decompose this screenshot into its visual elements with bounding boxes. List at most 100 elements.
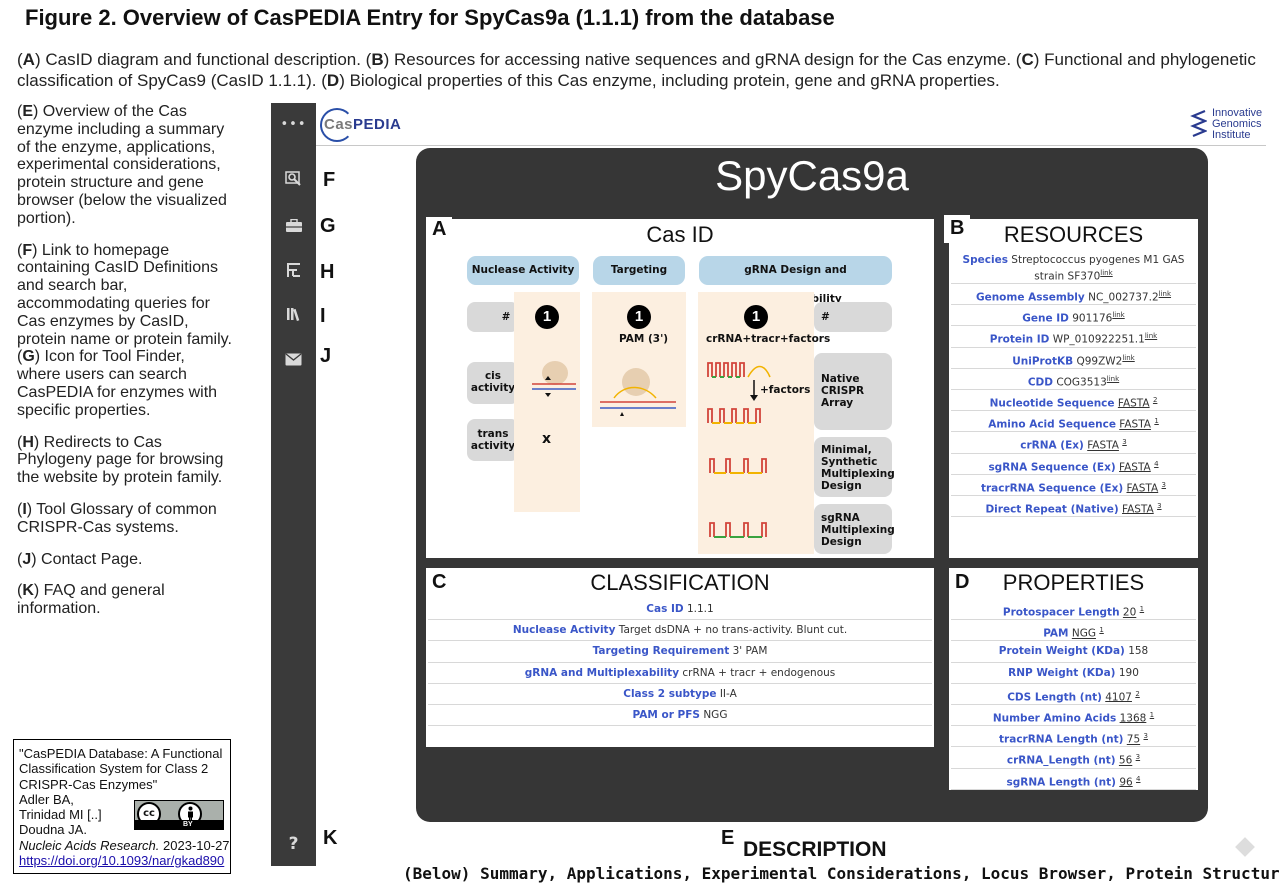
chat-icon[interactable]	[1235, 837, 1255, 857]
classification-key[interactable]: PAM or PFS	[633, 709, 700, 721]
external-link[interactable]: link	[1100, 269, 1112, 277]
resource-row: crRNA (Ex) FASTA 3	[951, 432, 1196, 454]
property-value: 190	[1118, 666, 1139, 679]
doi-link[interactable]: https://doi.org/10.1093/nar/gkad890	[19, 853, 224, 868]
callout-g: G	[320, 215, 336, 237]
resource-key[interactable]: crRNA (Ex)	[1020, 440, 1084, 452]
citation-title-line: Classification System for Class 2	[19, 761, 209, 777]
resource-key[interactable]: Protein ID	[990, 334, 1050, 346]
reference-footnote[interactable]: 1	[1099, 626, 1103, 634]
classification-value: 3' PAM	[732, 645, 768, 658]
fasta-link[interactable]: 1368	[1120, 712, 1147, 724]
fasta-link[interactable]: FASTA	[1126, 482, 1158, 494]
external-link[interactable]: link	[1145, 332, 1157, 340]
resource-value: NC_002737.2	[1088, 291, 1159, 304]
reference-footnote[interactable]: 4	[1136, 775, 1140, 783]
classification-table: Cas ID 1.1.1 Nuclease Activity Target dsD…	[428, 599, 932, 727]
grna-count-badge: 1	[744, 305, 768, 329]
mail-icon[interactable]	[271, 351, 316, 370]
help-icon[interactable]: ?	[271, 834, 316, 854]
resource-row: Gene ID 901176link	[951, 305, 1196, 327]
caption-text: ) Resources for accessing native sequenc…	[383, 50, 1022, 69]
fasta-link[interactable]: FASTA	[1122, 503, 1154, 515]
classification-key[interactable]: Targeting Requirement	[593, 645, 730, 657]
resource-key[interactable]: Nucleotide Sequence	[990, 397, 1115, 409]
external-link[interactable]: link	[1122, 354, 1134, 362]
resource-key[interactable]: Genome Assembly	[976, 292, 1085, 304]
logo-pedia-text: PEDIA	[353, 116, 402, 133]
external-link[interactable]: link	[1107, 375, 1119, 383]
reference-footnote[interactable]: 3	[1136, 753, 1140, 761]
fasta-link[interactable]: 56	[1119, 755, 1132, 767]
property-key[interactable]: RNP Weight (KDa)	[1008, 667, 1115, 679]
fasta-link[interactable]: 96	[1119, 776, 1132, 788]
citation-title-line: CRISPR-Cas Enzymes"	[19, 776, 158, 792]
fasta-link[interactable]: FASTA	[1087, 440, 1119, 452]
resource-row: Nucleotide Sequence FASTA 2	[951, 390, 1196, 412]
callout-f: F	[323, 169, 336, 191]
search-icon[interactable]	[271, 171, 316, 191]
property-key[interactable]: crRNA_Length (nt)	[1007, 755, 1116, 767]
caspedia-logo[interactable]: CasPEDIA	[324, 116, 401, 133]
fasta-link[interactable]: FASTA	[1118, 397, 1150, 409]
property-row: PAM NGG 1	[951, 620, 1196, 642]
resource-key[interactable]: tracrRNA Sequence (Ex)	[981, 482, 1123, 494]
tree-icon[interactable]	[271, 261, 316, 283]
property-key[interactable]: PAM	[1043, 628, 1068, 640]
menu-dots-icon[interactable]: •••	[271, 117, 316, 132]
fasta-link[interactable]: NGG	[1072, 628, 1096, 640]
fasta-link[interactable]: FASTA	[1119, 461, 1151, 473]
left-notes: (E) Overview of the Cas enzyme including…	[17, 103, 232, 632]
app-sidebar: ••• ?	[271, 103, 316, 866]
callout-e: E	[721, 827, 735, 849]
property-key[interactable]: Protospacer Length	[1003, 607, 1120, 619]
fasta-link[interactable]: 20	[1123, 607, 1136, 619]
fasta-link[interactable]: 75	[1127, 734, 1140, 746]
callout-k: K	[323, 827, 338, 849]
reference-footnote[interactable]: 4	[1154, 460, 1158, 468]
property-key[interactable]: sgRNA Length (nt)	[1007, 776, 1116, 788]
property-row: Protospacer Length 20 1	[951, 599, 1196, 621]
resource-key[interactable]: Species	[963, 254, 1008, 266]
reference-footnote[interactable]: 2	[1153, 396, 1157, 404]
fasta-link[interactable]: 4107	[1105, 691, 1132, 703]
classification-key[interactable]: gRNA and Multiplexability	[525, 667, 679, 679]
reference-footnote[interactable]: 2	[1135, 690, 1139, 698]
minimal-multiplexing-label: Minimal, Synthetic Multiplexing Design	[814, 437, 895, 497]
classification-key[interactable]: Cas ID	[646, 603, 683, 615]
caption-panel-letter: A	[22, 50, 35, 69]
external-link[interactable]: link	[1159, 290, 1171, 298]
reference-footnote[interactable]: 3	[1162, 481, 1166, 489]
reference-footnote[interactable]: 3	[1122, 438, 1126, 446]
reference-footnote[interactable]: 1	[1150, 711, 1154, 719]
external-link[interactable]: link	[1112, 311, 1124, 319]
property-key[interactable]: Number Amino Acids	[993, 712, 1116, 724]
cis-cleavage-diagram	[532, 361, 576, 397]
fasta-link[interactable]: FASTA	[1119, 419, 1151, 431]
resource-row: Protein ID WP_010922251.1link	[951, 326, 1196, 348]
classification-key[interactable]: Nuclease Activity	[513, 624, 616, 636]
resource-key[interactable]: Amino Acid Sequence	[988, 419, 1116, 431]
resource-key[interactable]: UniProtKB	[1012, 355, 1073, 367]
resource-key[interactable]: sgRNA Sequence (Ex)	[988, 461, 1115, 473]
property-row: CDS Length (nt) 4107 2	[951, 684, 1196, 705]
reference-footnote[interactable]: 1	[1154, 417, 1158, 425]
resource-key[interactable]: Direct Repeat (Native)	[985, 503, 1118, 515]
resource-key[interactable]: CDD	[1028, 376, 1053, 388]
figure-title: Figure 2. Overview of CasPEDIA Entry for…	[25, 5, 835, 30]
property-key[interactable]: tracrRNA Length (nt)	[999, 734, 1123, 746]
header-nuclease-activity: Nuclease Activity	[467, 256, 579, 285]
library-icon[interactable]	[271, 306, 316, 326]
resource-row: Genome Assembly NC_002737.2link	[951, 284, 1196, 306]
classification-key[interactable]: Class 2 subtype	[623, 688, 716, 700]
reference-footnote[interactable]: 3	[1143, 732, 1147, 740]
property-row: tracrRNA Length (nt) 75 3	[951, 726, 1196, 748]
toolbox-icon[interactable]	[271, 218, 316, 237]
caption-text: ) Biological properties of this Cas enzy…	[339, 71, 1000, 90]
resource-key[interactable]: Gene ID	[1022, 313, 1069, 325]
callout-i: I	[320, 305, 326, 327]
reference-footnote[interactable]: 1	[1140, 605, 1144, 613]
property-key[interactable]: CDS Length (nt)	[1007, 691, 1102, 703]
property-key[interactable]: Protein Weight (KDa)	[999, 645, 1125, 657]
reference-footnote[interactable]: 3	[1157, 502, 1161, 510]
